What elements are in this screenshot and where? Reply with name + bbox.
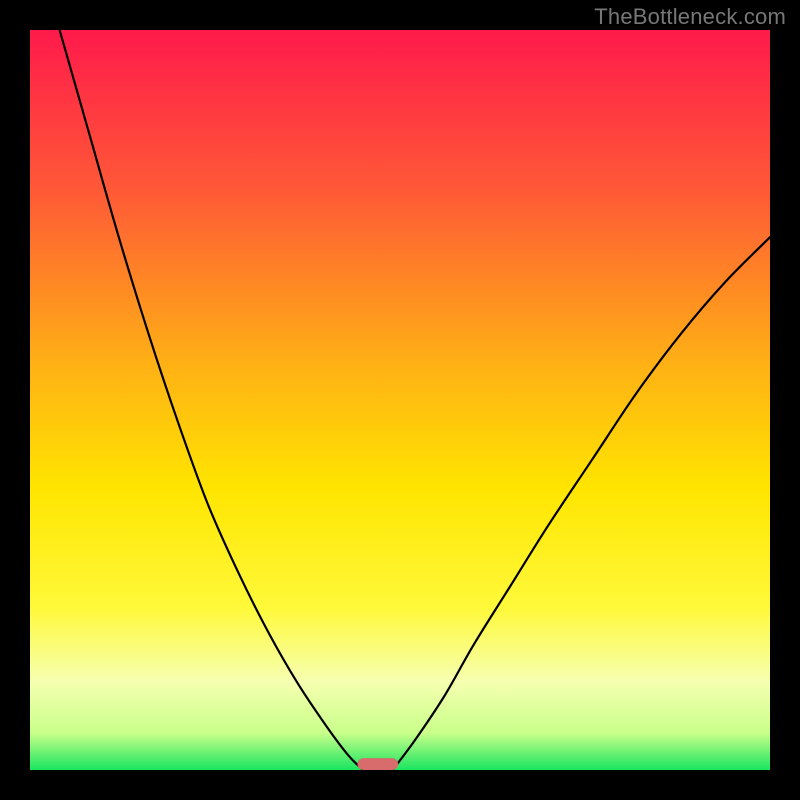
bottleneck-chart	[30, 30, 770, 770]
chart-frame: TheBottleneck.com	[0, 0, 800, 800]
gradient-background	[30, 30, 770, 770]
plot-area	[30, 30, 770, 770]
bottleneck-marker	[357, 758, 398, 770]
watermark-text: TheBottleneck.com	[594, 4, 786, 30]
